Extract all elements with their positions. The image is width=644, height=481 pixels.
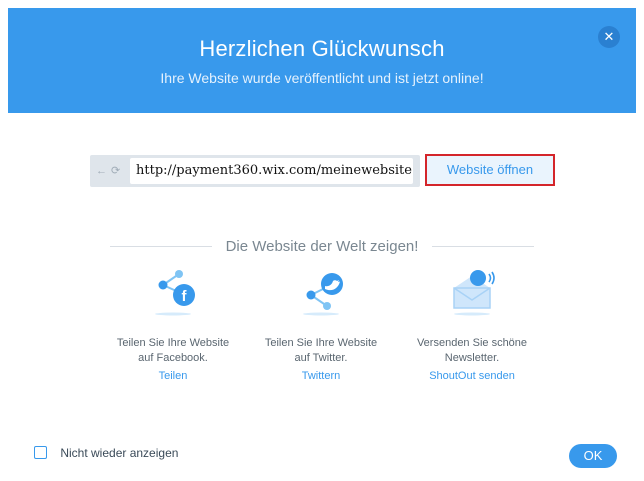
dialog-subtitle: Ihre Website wurde veröffentlicht und is… [160,70,484,86]
facebook-share-link[interactable]: Teilen [108,370,238,382]
newsletter-icon [453,270,495,316]
share-option-facebook: f Teilen Sie Ihre Website auf Facebook. … [108,268,238,382]
open-website-button[interactable]: Website öffnen [425,154,555,186]
arrow-left-icon: ← [96,165,111,177]
facebook-share-icon: f [155,270,195,316]
share-description: Versenden Sie schöne Newsletter. [416,337,528,364]
share-description: Teilen Sie Ihre Website auf Facebook. [116,337,230,364]
close-button[interactable]: ✕ [598,26,620,48]
browser-nav-icons: ←⟳ [96,164,124,177]
dialog-header: Herzlichen Glückwunsch Ihre Website wurd… [8,8,636,113]
twitter-share-icon [303,273,343,316]
ok-button[interactable]: OK [569,444,617,468]
site-url-field[interactable]: http://payment360.wix.com/meinewebsite [130,158,413,184]
publish-success-dialog: Herzlichen Glückwunsch Ihre Website wurd… [0,0,644,481]
close-icon: ✕ [603,29,615,44]
dont-show-again-row: Nicht wieder anzeigen [34,445,178,460]
share-description: Teilen Sie Ihre Website auf Twitter. [264,337,378,364]
section-title: Die Website der Welt zeigen! [225,238,419,255]
dont-show-again-label: Nicht wieder anzeigen [60,445,179,460]
share-option-newsletter: Versenden Sie schöne Newsletter. ShoutOu… [407,268,537,382]
twitter-share-link[interactable]: Twittern [256,370,386,382]
dialog-title: Herzlichen Glückwunsch [199,36,445,61]
refresh-icon: ⟳ [111,165,125,177]
url-bar: ←⟳ http://payment360.wix.com/meinewebsit… [90,155,420,187]
shoutout-send-link[interactable]: ShoutOut senden [407,370,537,382]
share-option-twitter: Teilen Sie Ihre Website auf Twitter. Twi… [256,268,386,382]
section-divider-right [432,246,534,247]
dont-show-again-checkbox[interactable] [34,446,47,460]
